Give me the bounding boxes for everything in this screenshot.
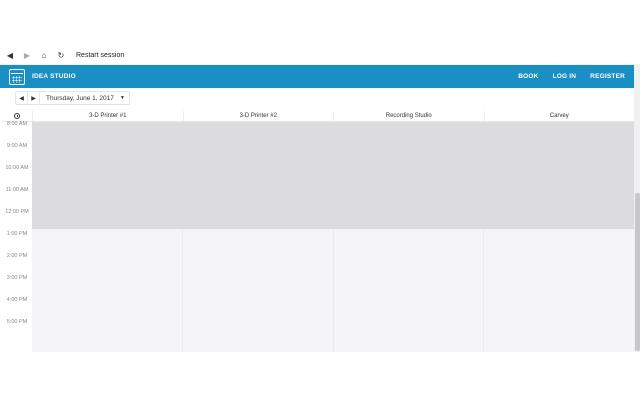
resource-header-row: 3-D Printer #1 3-D Printer #2 Recording … [2,111,634,122]
back-arrow-icon[interactable]: ◀ [3,49,17,63]
time-label: 3:00 PM [6,275,28,281]
column-header-recording-studio: Recording Studio [333,111,484,121]
date-picker: ◀ ▶ Thursday, June 1, 2017 ▼ [15,91,130,105]
book-link[interactable]: BOOK [518,73,538,80]
time-label: 9:00 AM [6,143,28,149]
prev-day-button[interactable]: ◀ [16,92,28,104]
clock-icon [14,113,20,119]
time-label: 1:00 PM [6,231,28,237]
forward-arrow-icon[interactable]: ▶ [20,49,34,63]
login-link[interactable]: LOG IN [553,73,577,80]
time-label: 11:00 AM [5,187,29,193]
column-divider [333,229,334,352]
vertical-scrollbar[interactable] [634,65,640,352]
header-nav: BOOK LOG IN REGISTER [504,73,634,80]
column-header-carvey: Carvey [483,111,635,121]
scrollbar-thumb[interactable] [634,193,640,351]
time-label: 10:00 AM [5,165,29,171]
next-day-button[interactable]: ▶ [28,92,40,104]
clock-cell [2,111,32,121]
time-label: 2:00 PM [6,253,28,259]
restart-session-link[interactable]: Restart session [76,52,124,59]
unavailable-block [32,122,634,229]
browser-window: ◀ ▶ ⌂ ↻ Restart session IDEA STUDIO BOOK… [0,47,640,352]
screen: ◀ ▶ ⌂ ↻ Restart session IDEA STUDIO BOOK… [0,0,640,400]
column-header-printer-1: 3-D Printer #1 [32,111,183,121]
home-icon[interactable]: ⌂ [37,49,51,63]
column-divider [182,229,183,352]
brand-title[interactable]: IDEA STUDIO [32,73,76,80]
chevron-down-icon[interactable]: ▼ [120,95,129,101]
time-column: 8:00 AM 9:00 AM 10:00 AM 11:00 AM 12:00 … [2,121,32,352]
time-label: 12:00 PM [5,209,29,215]
register-link[interactable]: REGISTER [590,73,625,80]
date-select[interactable]: Thursday, June 1, 2017 [40,95,120,102]
calendar-icon[interactable] [9,68,25,85]
time-label: 8:00 AM [6,121,28,127]
time-label: 5:00 PM [6,319,28,325]
app-header: IDEA STUDIO BOOK LOG IN REGISTER [0,65,634,88]
schedule-grid: 3-D Printer #1 3-D Printer #2 Recording … [2,111,634,352]
time-label: 4:00 PM [6,297,28,303]
date-toolbar: ◀ ▶ Thursday, June 1, 2017 ▼ [0,88,634,111]
column-header-printer-2: 3-D Printer #2 [182,111,334,121]
reload-icon[interactable]: ↻ [54,49,68,63]
browser-toolbar: ◀ ▶ ⌂ ↻ Restart session [0,47,640,65]
column-divider [483,229,484,352]
